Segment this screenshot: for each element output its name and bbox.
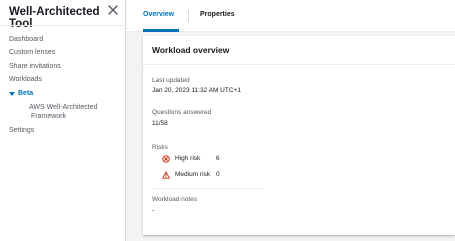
sidebar-sub-item-line2: Framework [31,113,67,120]
sidebar-item-dashboard[interactable]: Dashboard [9,36,43,43]
active-tab-indicator [143,29,179,32]
sidebar-item-settings[interactable]: Settings [9,127,34,134]
sidebar-item-share-invitations[interactable]: Share invitations [9,63,61,70]
workload-notes-value: - [152,207,155,214]
tab-bar: Overview Properties [127,0,455,32]
x-circle-icon [162,155,170,163]
last-updated-label: Last updated [152,77,190,84]
high-risk-label: High risk [175,155,201,162]
card-header-divider [143,64,455,65]
risks-label: Risks [152,144,168,151]
workload-overview-card: Workload overview Last updated Jan 20, 2… [143,36,455,235]
questions-answered-value: 11/58 [152,120,168,127]
sidebar-section-beta-label: Beta [18,90,34,97]
sidebar-sub-item-line1: AWS Well-Architected [29,104,98,111]
medium-risk-label: Medium risk [175,171,211,178]
caret-down-icon [9,91,15,96]
last-updated-value: Jan 20, 2023 11:32 AM UTC+1 [152,87,241,94]
sidebar-divider [0,25,126,26]
sidebar-item-aws-well-architected-framework[interactable]: AWS Well-Architected Framework [29,103,121,121]
sidebar-item-workloads[interactable]: Workloads [9,76,42,83]
sidebar-item-custom-lenses[interactable]: Custom lenses [9,49,55,56]
sidebar-section-beta[interactable]: Beta [9,90,33,97]
card-title: Workload overview [152,45,230,55]
high-risk-count: 6 [216,155,220,162]
tab-separator [188,10,189,22]
questions-answered-label: Questions answered [152,109,212,116]
medium-risk-count: 0 [216,171,220,178]
tab-properties[interactable]: Properties [200,11,235,18]
side-navigation: Well-Architected Tool Dashboard Custom l… [0,0,126,241]
tab-overview[interactable]: Overview [143,11,174,18]
notes-divider [152,188,264,189]
close-icon[interactable] [106,3,120,17]
workload-notes-label: Workload notes [152,196,198,203]
warning-triangle-icon [162,171,170,179]
